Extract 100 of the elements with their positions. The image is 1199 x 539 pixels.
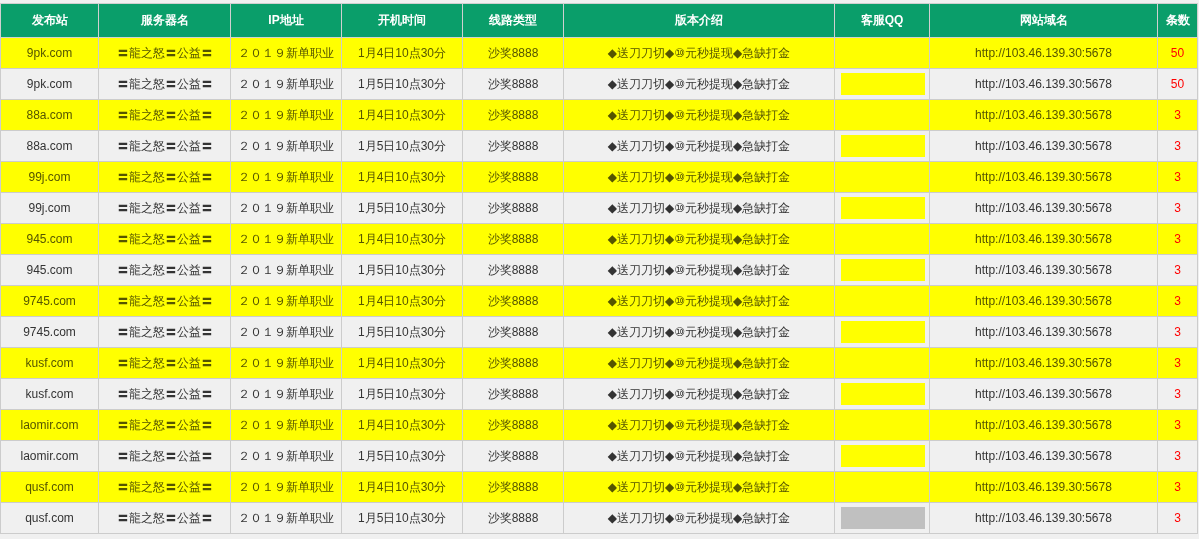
table-cell: 3 bbox=[1157, 316, 1198, 348]
table-cell: 〓龍之怒〓公益〓 bbox=[98, 471, 231, 503]
table-cell: 沙奖8888 bbox=[462, 130, 564, 162]
table-cell: 沙奖8888 bbox=[462, 471, 564, 503]
table-cell: 1月4日10点30分 bbox=[341, 285, 463, 317]
table-cell: 3 bbox=[1157, 99, 1198, 131]
table-cell: ２０１９新单职业 bbox=[230, 502, 342, 534]
table-cell: laomir.com bbox=[0, 440, 99, 472]
table-cell: 〓龍之怒〓公益〓 bbox=[98, 502, 231, 534]
table-cell: 沙奖8888 bbox=[462, 316, 564, 348]
column-header: IP地址 bbox=[230, 3, 342, 38]
table-cell: 1月4日10点30分 bbox=[341, 471, 463, 503]
table-cell: 〓龍之怒〓公益〓 bbox=[98, 378, 231, 410]
table-cell: 1月4日10点30分 bbox=[341, 409, 463, 441]
table-cell: 1月5日10点30分 bbox=[341, 316, 463, 348]
table-cell: 3 bbox=[1157, 347, 1198, 379]
column-header: 开机时间 bbox=[341, 3, 463, 38]
table-cell: 〓龍之怒〓公益〓 bbox=[98, 68, 231, 100]
table-cell: ２０１９新单职业 bbox=[230, 192, 342, 224]
table-cell: 1月5日10点30分 bbox=[341, 440, 463, 472]
table-cell: 沙奖8888 bbox=[462, 440, 564, 472]
table-cell: ２０１９新单职业 bbox=[230, 223, 342, 255]
table-cell: 1月5日10点30分 bbox=[341, 502, 463, 534]
table-cell: 99j.com bbox=[0, 161, 99, 193]
table-cell: 1月4日10点30分 bbox=[341, 161, 463, 193]
table-cell: 沙奖8888 bbox=[462, 502, 564, 534]
table-cell: 1月5日10点30分 bbox=[341, 254, 463, 286]
table-cell: ◆送刀刀切◆⑩元秒提现◆急缺打金 bbox=[563, 285, 835, 317]
table-cell: 〓龍之怒〓公益〓 bbox=[98, 254, 231, 286]
table-cell: ◆送刀刀切◆⑩元秒提现◆急缺打金 bbox=[563, 99, 835, 131]
table-cell: 1月5日10点30分 bbox=[341, 192, 463, 224]
table-cell: 1月5日10点30分 bbox=[341, 130, 463, 162]
table-cell: ◆送刀刀切◆⑩元秒提现◆急缺打金 bbox=[563, 161, 835, 193]
table-cell: 3 bbox=[1157, 223, 1198, 255]
table-cell: 〓龍之怒〓公益〓 bbox=[98, 37, 231, 69]
table-cell: 9745.com bbox=[0, 285, 99, 317]
table-cell: http://103.46.139.30:5678 bbox=[929, 347, 1158, 379]
table-cell: http://103.46.139.30:5678 bbox=[929, 502, 1158, 534]
table-cell: ２０１９新单职业 bbox=[230, 254, 342, 286]
table-cell: 沙奖8888 bbox=[462, 378, 564, 410]
table-cell: 3 bbox=[1157, 378, 1198, 410]
table-cell: 3 bbox=[1157, 161, 1198, 193]
table-cell: 3 bbox=[1157, 130, 1198, 162]
table-cell: ２０１９新单职业 bbox=[230, 130, 342, 162]
table-cell: 沙奖8888 bbox=[462, 223, 564, 255]
table-cell: http://103.46.139.30:5678 bbox=[929, 440, 1158, 472]
table-cell: 9pk.com bbox=[0, 68, 99, 100]
table-cell: http://103.46.139.30:5678 bbox=[929, 99, 1158, 131]
table-cell: 945.com bbox=[0, 254, 99, 286]
table-cell: 沙奖8888 bbox=[462, 161, 564, 193]
table-cell: ◆送刀刀切◆⑩元秒提现◆急缺打金 bbox=[563, 254, 835, 286]
table-cell: ２０１９新单职业 bbox=[230, 99, 342, 131]
table-cell: http://103.46.139.30:5678 bbox=[929, 223, 1158, 255]
table-cell: 沙奖8888 bbox=[462, 68, 564, 100]
table-cell: 1月5日10点30分 bbox=[341, 68, 463, 100]
table-cell: ２０１９新单职业 bbox=[230, 68, 342, 100]
table-cell: http://103.46.139.30:5678 bbox=[929, 285, 1158, 317]
table-cell: ◆送刀刀切◆⑩元秒提现◆急缺打金 bbox=[563, 378, 835, 410]
table-cell: 9745.com bbox=[0, 316, 99, 348]
table-cell: 沙奖8888 bbox=[462, 254, 564, 286]
table-cell: 1月4日10点30分 bbox=[341, 347, 463, 379]
table-cell: 88a.com bbox=[0, 99, 99, 131]
table-cell: 3 bbox=[1157, 285, 1198, 317]
table-cell: 沙奖8888 bbox=[462, 409, 564, 441]
table-cell: 1月4日10点30分 bbox=[341, 223, 463, 255]
table-cell: ◆送刀刀切◆⑩元秒提现◆急缺打金 bbox=[563, 130, 835, 162]
table-cell: http://103.46.139.30:5678 bbox=[929, 68, 1158, 100]
table-cell: 沙奖8888 bbox=[462, 347, 564, 379]
table-cell: http://103.46.139.30:5678 bbox=[929, 471, 1158, 503]
table-cell: ◆送刀刀切◆⑩元秒提现◆急缺打金 bbox=[563, 192, 835, 224]
table-cell: 50 bbox=[1157, 37, 1198, 69]
column-header: 线路类型 bbox=[462, 3, 564, 38]
table-cell: ２０１９新单职业 bbox=[230, 471, 342, 503]
table-cell: 〓龍之怒〓公益〓 bbox=[98, 347, 231, 379]
column-header: 版本介绍 bbox=[563, 3, 835, 38]
table-cell: 〓龍之怒〓公益〓 bbox=[98, 223, 231, 255]
table-cell: ◆送刀刀切◆⑩元秒提现◆急缺打金 bbox=[563, 409, 835, 441]
table-cell: ２０１９新单职业 bbox=[230, 285, 342, 317]
table-cell: ２０１９新单职业 bbox=[230, 37, 342, 69]
table-cell: kusf.com bbox=[0, 378, 99, 410]
table-cell: ◆送刀刀切◆⑩元秒提现◆急缺打金 bbox=[563, 68, 835, 100]
table-cell: http://103.46.139.30:5678 bbox=[929, 130, 1158, 162]
table-cell: 1月4日10点30分 bbox=[341, 99, 463, 131]
table-cell: ２０１９新单职业 bbox=[230, 409, 342, 441]
table-cell: ◆送刀刀切◆⑩元秒提现◆急缺打金 bbox=[563, 502, 835, 534]
table-cell: 1月5日10点30分 bbox=[341, 378, 463, 410]
table-cell: ２０１９新单职业 bbox=[230, 347, 342, 379]
table-cell: 〓龍之怒〓公益〓 bbox=[98, 316, 231, 348]
table-cell: 99j.com bbox=[0, 192, 99, 224]
table-cell: 沙奖8888 bbox=[462, 285, 564, 317]
table-cell: ２０１９新单职业 bbox=[230, 378, 342, 410]
table-cell: 〓龍之怒〓公益〓 bbox=[98, 99, 231, 131]
table-cell: 3 bbox=[1157, 502, 1198, 534]
table-cell: 50 bbox=[1157, 68, 1198, 100]
table-cell: ◆送刀刀切◆⑩元秒提现◆急缺打金 bbox=[563, 316, 835, 348]
table-cell: 〓龍之怒〓公益〓 bbox=[98, 161, 231, 193]
table-cell: 9pk.com bbox=[0, 37, 99, 69]
table-cell: ◆送刀刀切◆⑩元秒提现◆急缺打金 bbox=[563, 347, 835, 379]
table-cell: 88a.com bbox=[0, 130, 99, 162]
table-cell: 沙奖8888 bbox=[462, 192, 564, 224]
